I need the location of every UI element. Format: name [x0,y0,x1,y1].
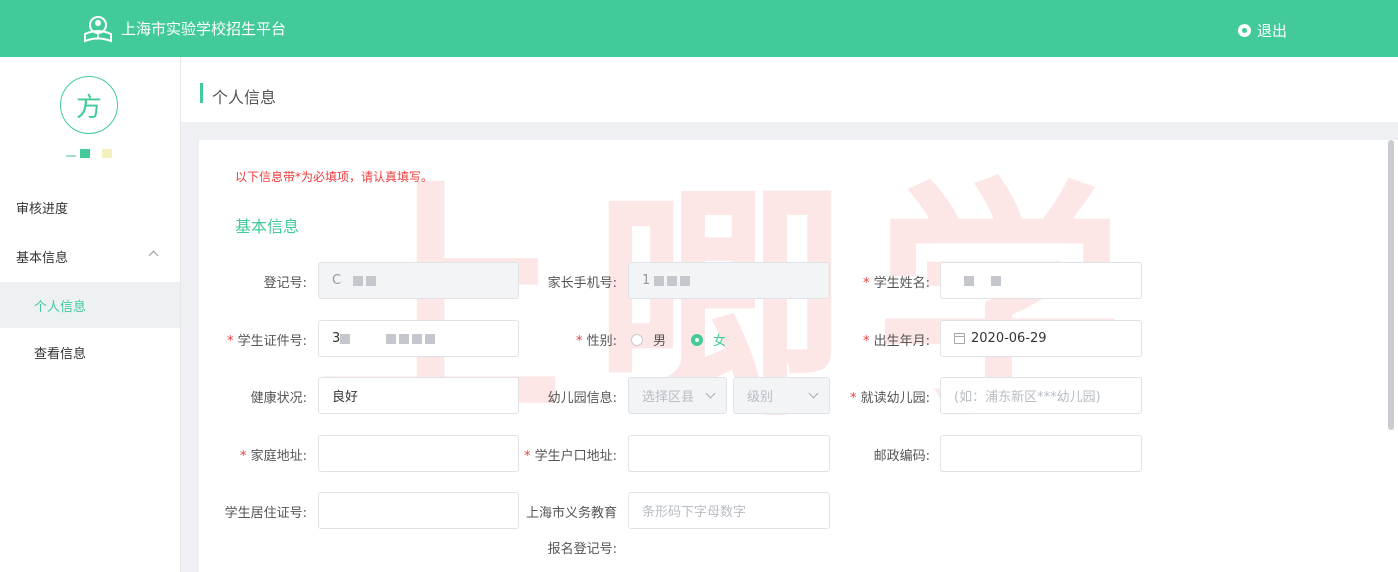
sidebar-item-label: 查看信息 [34,346,87,362]
level-select[interactable]: 级别 [733,377,830,414]
form-card: 上唧学 以下信息带*为必填项，请认真填写。 基本信息 登记号: C 家长手机号:… [199,140,1398,572]
sidebar-item-personal-info[interactable]: 个人信息 [0,282,180,328]
parent-phone-label: 家长手机号: [547,276,617,291]
compulsory-reg-field[interactable]: 条形码下字母数字 [628,492,830,529]
student-id-label: * 学生证件号: [226,334,307,349]
page-header: 个人信息 [181,57,1398,122]
logout-button[interactable]: 退出 [1238,20,1287,41]
kindergarten-label: * 就读幼儿园: [849,391,930,406]
avatar: 方 [60,76,118,134]
sidebar-item-label: 个人信息 [34,299,87,315]
radio-checked-icon [691,333,703,346]
health-field[interactable]: 良好 [318,377,519,414]
hukou-address-field[interactable] [628,435,830,472]
compulsory-reg-label-line2: 报名登记号: [547,542,617,557]
gender-label: * 性别: [575,334,617,349]
logout-label: 退出 [1257,22,1288,40]
section-title: 基本信息 [235,217,300,236]
calendar-icon [954,333,965,344]
reg-no-field[interactable]: C [318,262,519,299]
parent-phone-field[interactable]: 1 [628,262,830,299]
district-select[interactable]: 选择区县 [628,377,727,414]
app-title: 上海市实验学校招生平台 [121,20,287,38]
sidebar: 方 审核进度 基本信息 个人信息 查看信息 [0,57,181,572]
title-accent-bar [200,83,203,103]
user-name-masked [66,147,116,159]
chevron-up-icon [148,250,159,261]
sidebar-item-label: 审核进度 [16,201,69,217]
required-notice: 以下信息带*为必填项，请认真填写。 [235,170,434,184]
student-name-label: * 学生姓名: [862,276,930,291]
home-address-field[interactable] [318,435,519,472]
residence-permit-field[interactable] [318,492,519,529]
birth-label: * 出生年月: [862,334,930,349]
student-name-field[interactable] [940,262,1142,299]
scrollbar[interactable] [1388,140,1394,430]
sidebar-item-basic-info[interactable]: 基本信息 [0,233,180,279]
logout-icon [1238,24,1251,37]
gender-radio-male[interactable]: 男 [631,330,666,349]
health-label: 健康状况: [250,391,307,406]
page-title: 个人信息 [212,88,277,107]
home-address-label: * 家庭地址: [239,449,307,464]
kindergarten-info-label: 幼儿园信息: [547,391,617,406]
birth-date-field[interactable]: 2020-06-29 [940,320,1142,357]
chevron-down-icon [808,388,819,399]
chevron-down-icon [705,388,716,399]
sidebar-item-view-info[interactable]: 查看信息 [0,329,180,375]
compulsory-reg-label: 上海市义务教育 [525,506,617,521]
sidebar-item-label: 基本信息 [16,250,69,266]
sidebar-item-review-progress[interactable]: 审核进度 [0,184,180,230]
student-id-field[interactable]: 3 [318,320,519,357]
top-bar: 上海市实验学校招生平台 退出 [0,0,1398,57]
school-logo-icon [84,16,112,43]
postcode-field[interactable] [940,435,1142,472]
residence-permit-label: 学生居住证号: [224,506,307,521]
gender-radio-female[interactable]: 女 [691,330,726,349]
hukou-address-label: * 学生户口地址: [523,449,617,464]
postcode-label: 邮政编码: [873,449,930,464]
radio-icon [631,333,643,346]
kindergarten-field[interactable]: (如：浦东新区***幼儿园) [940,377,1142,414]
reg-no-label: 登记号: [263,276,307,291]
